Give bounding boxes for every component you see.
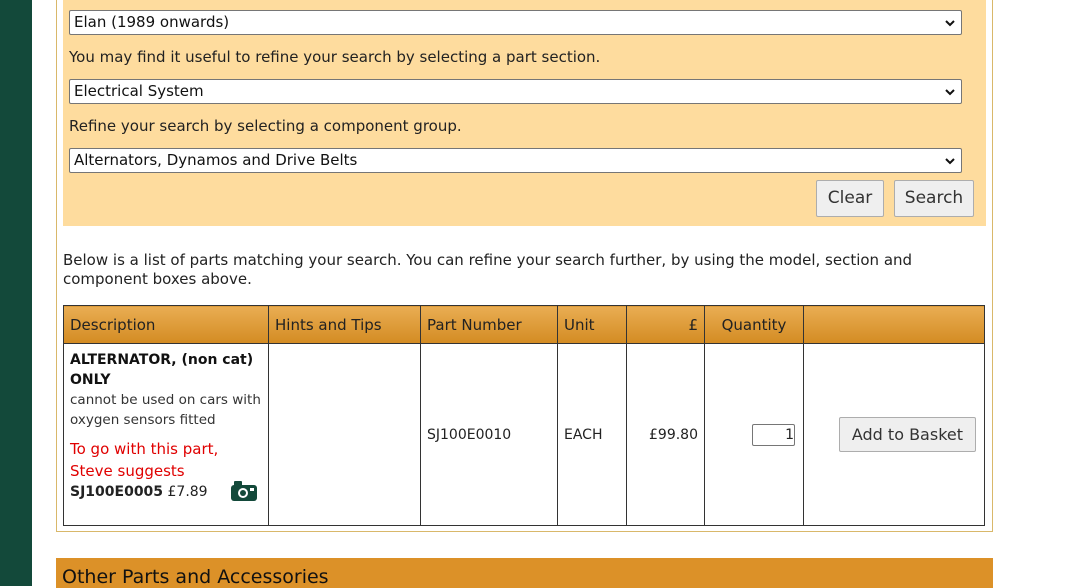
model-select-value: Elan (1989 onwards) <box>74 13 230 31</box>
col-price: £ <box>626 305 705 344</box>
clear-button[interactable]: Clear <box>816 180 884 217</box>
left-sidebar-strip <box>0 0 32 586</box>
col-unit: Unit <box>557 305 627 344</box>
col-action <box>803 305 985 344</box>
chevron-down-icon <box>945 89 955 96</box>
section-select[interactable]: Electrical System <box>69 79 962 104</box>
component-select[interactable]: Alternators, Dynamos and Drive Belts <box>69 148 962 173</box>
component-select-value: Alternators, Dynamos and Drive Belts <box>74 151 358 169</box>
table-row: ALTERNATOR, (non cat) ONLY cannot be use… <box>63 343 985 526</box>
chevron-down-icon <box>945 20 955 27</box>
unit-cell: EACH <box>557 343 627 526</box>
section-hint: You may find it useful to refine your se… <box>69 48 601 66</box>
part-title: ALTERNATOR, (non cat) ONLY <box>70 352 254 388</box>
results-intro: Below is a list of parts matching your s… <box>63 251 913 288</box>
action-cell: Add to Basket <box>803 343 985 526</box>
price-cell: £99.80 <box>626 343 705 526</box>
suggested-part: SJ100E0005 £7.89 <box>70 481 262 501</box>
col-part-number: Part Number <box>420 305 558 344</box>
chevron-down-icon <box>945 158 955 165</box>
suggested-part-price: £7.89 <box>167 484 208 500</box>
hints-cell <box>268 343 421 526</box>
other-parts-heading: Other Parts and Accessories <box>62 566 329 588</box>
table-header-row: Description Hints and Tips Part Number U… <box>63 305 985 344</box>
search-button[interactable]: Search <box>894 180 974 217</box>
model-select[interactable]: Elan (1989 onwards) <box>69 10 962 35</box>
suggestion-text: To go with this part, Steve suggests <box>70 440 219 480</box>
col-hints: Hints and Tips <box>268 305 421 344</box>
add-to-basket-button[interactable]: Add to Basket <box>838 417 976 452</box>
quantity-input[interactable]: 1 <box>752 423 795 446</box>
col-description: Description <box>63 305 269 344</box>
camera-icon[interactable] <box>230 480 258 502</box>
other-parts-header: Other Parts and Accessories <box>56 558 993 588</box>
part-number-cell: SJ100E0010 <box>420 343 558 526</box>
part-note: cannot be used on cars with oxygen senso… <box>70 392 261 428</box>
suggested-part-number[interactable]: SJ100E0005 <box>70 484 163 500</box>
quantity-cell: 1 <box>704 343 804 526</box>
section-select-value: Electrical System <box>74 82 204 100</box>
description-cell: ALTERNATOR, (non cat) ONLY cannot be use… <box>63 343 269 526</box>
col-quantity: Quantity <box>704 305 804 344</box>
parts-table: Description Hints and Tips Part Number U… <box>63 305 985 526</box>
component-hint: Refine your search by selecting a compon… <box>69 117 462 135</box>
